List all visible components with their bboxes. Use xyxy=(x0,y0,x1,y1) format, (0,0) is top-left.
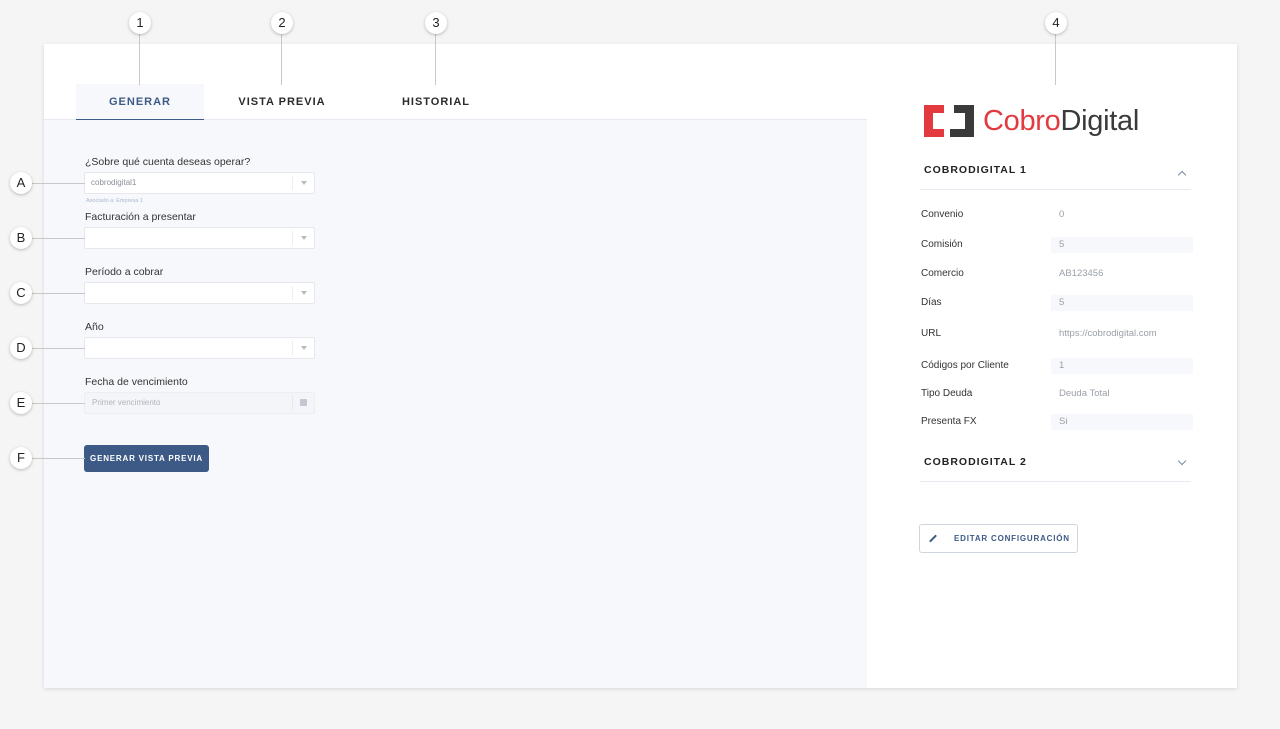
logo-wordmark: CobroDigital xyxy=(983,104,1139,138)
chevron-down-icon xyxy=(292,176,314,190)
callout-a: A xyxy=(10,172,32,194)
year-label: Año xyxy=(85,321,104,333)
billing-label: Facturación a presentar xyxy=(85,211,196,223)
account-helper: Asociado a: Empresa 1 xyxy=(86,198,143,204)
callout-e-line xyxy=(32,403,85,404)
left-panel: GENERAR VISTA PREVIA HISTORIAL PRESENTAC… xyxy=(44,44,867,688)
accordion-cobrodigital-2[interactable]: COBRODIGITAL 2 xyxy=(920,456,1191,482)
year-select[interactable] xyxy=(84,337,315,359)
due-date-label: Fecha de vencimiento xyxy=(85,376,188,388)
callout-3: 3 xyxy=(425,12,447,34)
period-select[interactable] xyxy=(84,282,315,304)
config-value: Si xyxy=(1051,414,1193,430)
chevron-down-icon xyxy=(292,231,314,245)
config-label: Tipo Deuda xyxy=(921,388,973,399)
callout-d-line xyxy=(32,348,85,349)
config-label: Presenta FX xyxy=(921,416,977,427)
config-row-dias: Días 5 xyxy=(920,295,1193,311)
chevron-down-icon xyxy=(1177,456,1187,466)
account-select[interactable]: cobrodigital1 xyxy=(84,172,315,194)
callout-1: 1 xyxy=(129,12,151,34)
callout-c-line xyxy=(32,293,85,294)
callout-1-line xyxy=(139,34,140,85)
chevron-up-icon xyxy=(1177,170,1187,180)
config-row-codigos: Códigos por Cliente 1 xyxy=(920,358,1193,374)
accordion-cobrodigital-1[interactable]: COBRODIGITAL 1 xyxy=(920,164,1191,190)
config-value: AB123456 xyxy=(1059,268,1104,279)
config-row-url: URL https://cobrodigital.com xyxy=(920,326,1193,342)
right-panel: CobroDigital COBRODIGITAL 1 Convenio 0 C… xyxy=(868,44,1237,688)
callout-2: 2 xyxy=(271,12,293,34)
config-value: Deuda Total xyxy=(1059,388,1110,399)
callout-f: F xyxy=(10,447,32,469)
callout-4-line xyxy=(1055,34,1056,85)
period-label: Período a cobrar xyxy=(85,266,164,278)
tab-bar: GENERAR VISTA PREVIA HISTORIAL PRESENTAC… xyxy=(44,44,867,144)
callout-4: 4 xyxy=(1045,12,1067,34)
tab-generar[interactable]: GENERAR xyxy=(76,84,204,120)
config-label: Días xyxy=(921,297,942,308)
config-label: Convenio xyxy=(921,209,964,220)
chevron-down-icon xyxy=(292,341,314,355)
config-row-comercio: Comercio AB123456 xyxy=(920,266,1193,282)
tab-historial-presentaciones[interactable]: HISTORIAL PRESENTACIONES xyxy=(351,84,521,144)
main-card: GENERAR VISTA PREVIA HISTORIAL PRESENTAC… xyxy=(44,44,1237,688)
callout-c: C xyxy=(10,282,32,304)
config-row-convenio: Convenio 0 xyxy=(920,207,1193,223)
due-date-input[interactable]: Primer vencimiento xyxy=(84,392,315,414)
config-row-presenta-fx: Presenta FX Si xyxy=(920,414,1193,430)
accordion-2-title: COBRODIGITAL 2 xyxy=(924,456,1027,468)
due-date-placeholder: Primer vencimiento xyxy=(92,398,161,407)
callout-b: B xyxy=(10,227,32,249)
config-value: 5 xyxy=(1051,237,1193,253)
logo-mark-icon xyxy=(924,105,974,137)
account-select-value: cobrodigital1 xyxy=(91,178,137,187)
config-row-tipo-deuda: Tipo Deuda Deuda Total xyxy=(920,386,1193,402)
billing-select[interactable] xyxy=(84,227,315,249)
config-label: Comercio xyxy=(921,268,964,279)
form-area: ¿Sobre qué cuenta deseas operar? cobrodi… xyxy=(44,120,867,688)
calendar-icon[interactable] xyxy=(292,396,314,410)
accordion-1-title: COBRODIGITAL 1 xyxy=(924,164,1027,176)
config-value: 1 xyxy=(1051,358,1193,374)
edit-config-button[interactable]: EDITAR CONFIGURACIÓN xyxy=(919,524,1078,553)
callout-b-line xyxy=(32,238,85,239)
logo-wordmark-part2: Digital xyxy=(1060,105,1140,137)
callout-2-line xyxy=(281,34,282,85)
logo-wordmark-part1: Cobro xyxy=(983,105,1061,137)
account-label: ¿Sobre qué cuenta deseas operar? xyxy=(85,156,251,168)
config-value: 5 xyxy=(1051,295,1193,311)
generate-preview-button[interactable]: GENERAR VISTA PREVIA xyxy=(84,445,209,472)
edit-config-label: EDITAR CONFIGURACIÓN xyxy=(954,534,1070,543)
callout-a-line xyxy=(32,183,85,184)
chevron-down-icon xyxy=(292,286,314,300)
config-row-comision: Comisión 5 xyxy=(920,237,1193,253)
config-label: URL xyxy=(921,328,942,339)
tab-vista-previa[interactable]: VISTA PREVIA xyxy=(234,84,330,120)
config-value: 0 xyxy=(1059,209,1065,220)
config-label: Códigos por Cliente xyxy=(921,360,1009,371)
pencil-icon xyxy=(929,534,937,543)
callout-e: E xyxy=(10,392,32,414)
callout-3-line xyxy=(435,34,436,85)
config-label: Comisión xyxy=(921,239,963,250)
callout-f-line xyxy=(32,458,85,459)
callout-d: D xyxy=(10,337,32,359)
config-value: https://cobrodigital.com xyxy=(1059,328,1157,339)
